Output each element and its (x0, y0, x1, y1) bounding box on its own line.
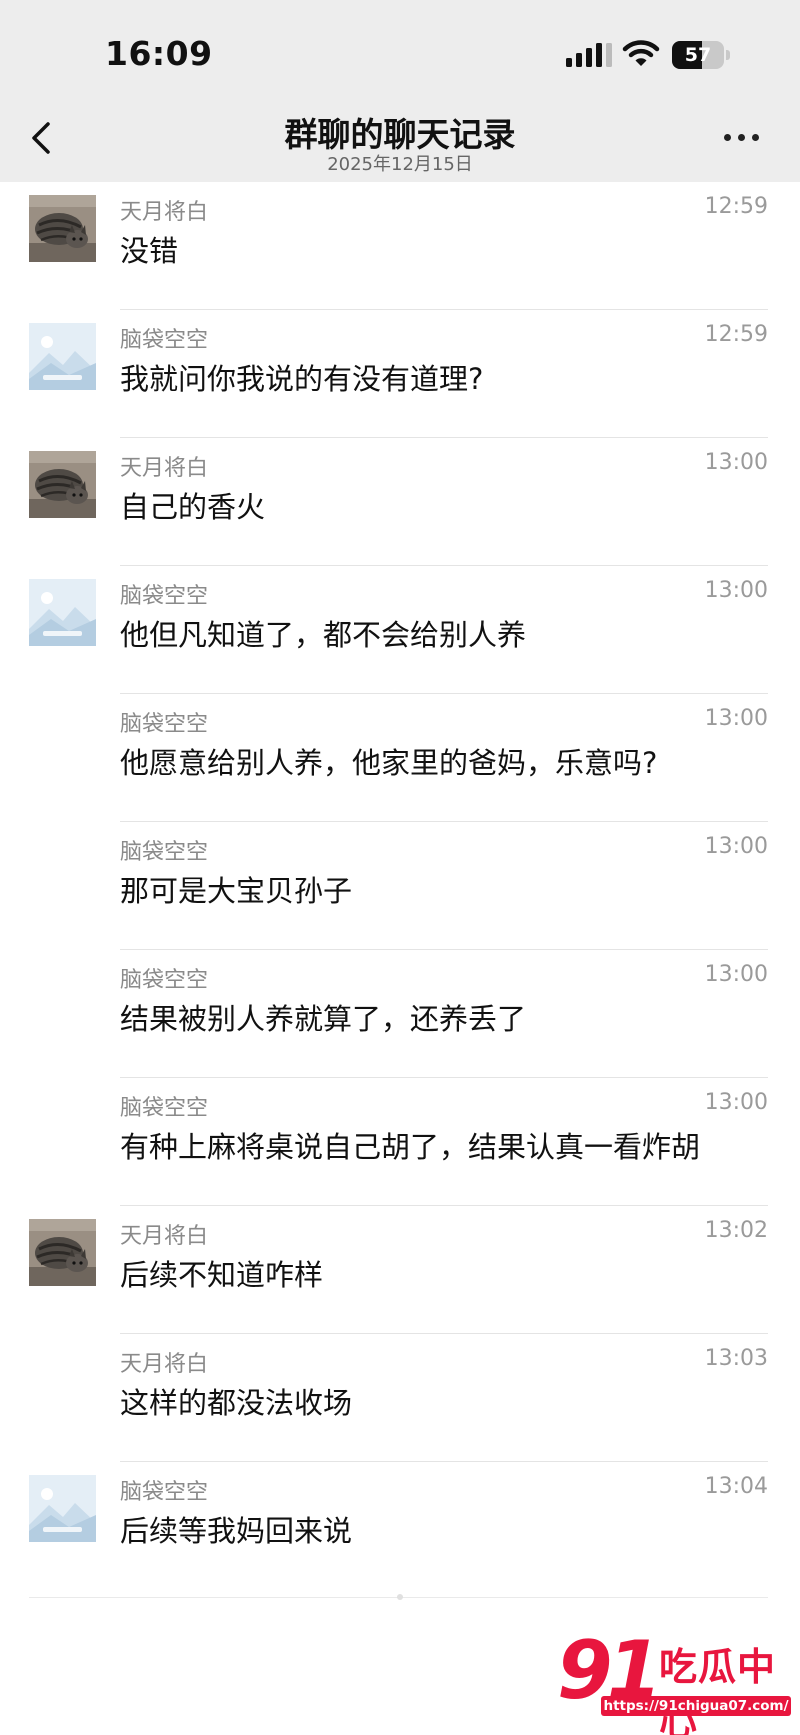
battery-body: 57 (672, 41, 724, 69)
page-title: 群聊的聊天记录 (284, 115, 516, 154)
end-dot (397, 1594, 403, 1600)
message-item[interactable]: 天月将白 13:02 后续不知道咋样 (0, 1206, 800, 1334)
message-item[interactable]: 脑袋空空 13:00 他愿意给别人养，他家里的爸妈，乐意吗? (0, 694, 800, 822)
message-text: 他但凡知道了，都不会给别人养 (120, 618, 527, 652)
signal-icon (566, 43, 612, 67)
message-time: 13:03 (704, 1346, 768, 1371)
avatar[interactable] (29, 195, 96, 262)
message-item[interactable]: 天月将白 13:03 这样的都没法收场 (0, 1334, 800, 1462)
message-sender: 天月将白 (120, 1224, 209, 1249)
status-time: 16:09 (105, 34, 213, 73)
message-time: 13:00 (704, 834, 768, 859)
message-time: 13:00 (704, 706, 768, 731)
avatar[interactable] (29, 1475, 96, 1542)
wifi-icon (622, 40, 660, 66)
top-bar: 16:09 57 群聊的聊天记录 2025年12月15日 (0, 0, 800, 182)
message-item[interactable]: 脑袋空空 13:00 有种上麻将桌说自己胡了，结果认真一看炸胡 (0, 1078, 800, 1206)
page-date: 2025年12月15日 (327, 154, 473, 175)
watermark-logo: 91 吃瓜中心 https://91chigua07.com/ (555, 1624, 793, 1735)
message-text: 我就问你我说的有没有道理? (120, 362, 484, 396)
message-item[interactable]: 脑袋空空 12:59 我就问你我说的有没有道理? (0, 310, 800, 438)
message-time: 12:59 (704, 322, 768, 347)
battery-cap (726, 50, 730, 60)
message-time: 13:02 (704, 1218, 768, 1243)
avatar[interactable] (29, 323, 96, 390)
message-item[interactable]: 脑袋空空 13:00 他但凡知道了，都不会给别人养 (0, 566, 800, 694)
message-sender: 脑袋空空 (120, 840, 209, 865)
avatar[interactable] (29, 1219, 96, 1286)
message-text: 自己的香火 (120, 490, 266, 524)
status-bar: 16:09 57 (0, 0, 800, 100)
message-item[interactable]: 天月将白 13:00 自己的香火 (0, 438, 800, 566)
message-sender: 脑袋空空 (120, 1480, 209, 1505)
message-sender: 天月将白 (120, 200, 209, 225)
message-text: 后续不知道咋样 (120, 1258, 324, 1292)
message-item[interactable]: 脑袋空空 13:00 结果被别人养就算了，还养丢了 (0, 950, 800, 1078)
battery-level: 57 (684, 44, 712, 66)
message-sender: 脑袋空空 (120, 712, 209, 737)
message-sender: 脑袋空空 (120, 328, 209, 353)
battery-icon: 57 (672, 41, 730, 69)
message-time: 13:04 (704, 1474, 768, 1499)
watermark-url: https://91chigua07.com/ (601, 1696, 791, 1716)
message-text: 有种上麻将桌说自己胡了，结果认真一看炸胡 (120, 1130, 701, 1164)
message-sender: 脑袋空空 (120, 584, 209, 609)
avatar[interactable] (29, 579, 96, 646)
message-time: 13:00 (704, 450, 768, 475)
message-text: 后续等我妈回来说 (120, 1514, 353, 1548)
message-time: 13:00 (704, 1090, 768, 1115)
message-item[interactable]: 天月将白 12:59 没错 (0, 182, 800, 310)
nav-bar: 群聊的聊天记录 2025年12月15日 (0, 100, 800, 182)
message-sender: 脑袋空空 (120, 968, 209, 993)
watermark-name: 吃瓜中心 (659, 1645, 777, 1735)
message-text: 没错 (120, 234, 179, 268)
message-sender: 天月将白 (120, 456, 209, 481)
message-item[interactable]: 脑袋空空 13:00 那可是大宝贝孙子 (0, 822, 800, 950)
message-item[interactable]: 脑袋空空 13:04 后续等我妈回来说 (0, 1462, 800, 1590)
message-text: 那可是大宝贝孙子 (120, 874, 353, 908)
message-time: 13:00 (704, 578, 768, 603)
message-time: 13:00 (704, 962, 768, 987)
message-text: 他愿意给别人养，他家里的爸妈，乐意吗? (120, 746, 658, 780)
message-sender: 天月将白 (120, 1352, 209, 1377)
message-sender: 脑袋空空 (120, 1096, 209, 1121)
message-time: 12:59 (704, 194, 768, 219)
avatar[interactable] (29, 451, 96, 518)
message-text: 这样的都没法收场 (120, 1386, 353, 1420)
message-text: 结果被别人养就算了，还养丢了 (120, 1002, 527, 1036)
more-button[interactable] (720, 122, 764, 152)
